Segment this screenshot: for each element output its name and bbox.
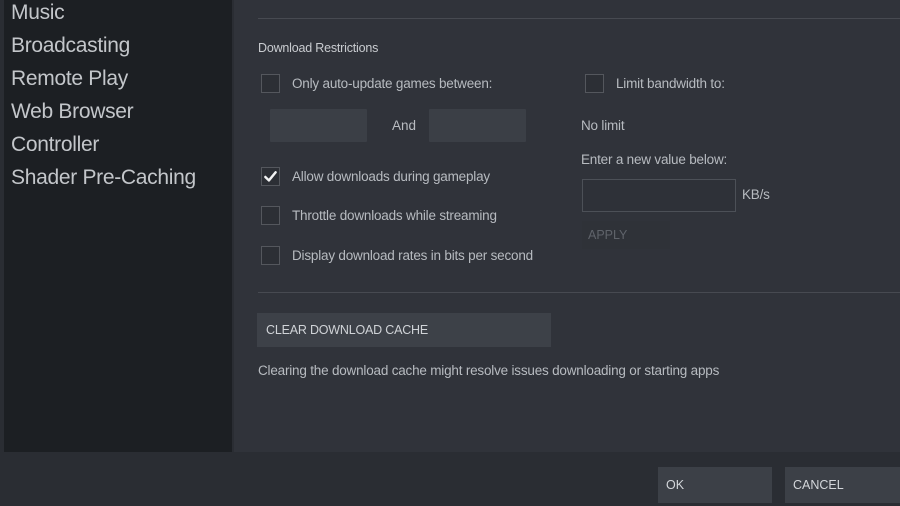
middle-divider — [258, 292, 900, 293]
clear-download-cache-button[interactable]: CLEAR DOWNLOAD CACHE — [257, 313, 551, 347]
sidebar-item-web-browser[interactable]: Web Browser — [11, 100, 134, 124]
top-divider — [258, 18, 900, 19]
unit-label: KB/s — [742, 187, 770, 202]
allow-gameplay-label: Allow downloads during gameplay — [292, 169, 490, 184]
time-start-select[interactable] — [270, 109, 367, 142]
auto-update-checkbox[interactable] — [261, 74, 280, 93]
apply-button[interactable]: APPLY — [582, 221, 670, 249]
downloads-panel: Download Restrictions Only auto-update g… — [234, 0, 900, 452]
option-row-bits-per-second[interactable]: Display download rates in bits per secon… — [261, 246, 533, 265]
ok-button[interactable]: OK — [658, 467, 772, 503]
sidebar-item-broadcasting[interactable]: Broadcasting — [11, 34, 130, 58]
bits-per-second-checkbox[interactable] — [261, 246, 280, 265]
settings-sidebar: Music Broadcasting Remote Play Web Brows… — [4, 0, 232, 452]
bits-per-second-label: Display download rates in bits per secon… — [292, 248, 533, 263]
auto-update-checkbox-row[interactable]: Only auto-update games between: — [261, 74, 492, 93]
auto-update-label: Only auto-update games between: — [292, 76, 493, 91]
bandwidth-input[interactable] — [582, 179, 736, 212]
sidebar-item-remote-play[interactable]: Remote Play — [11, 67, 128, 91]
cancel-button[interactable]: CANCEL — [785, 467, 900, 503]
option-row-allow-gameplay[interactable]: Allow downloads during gameplay — [261, 167, 490, 186]
sidebar-item-controller[interactable]: Controller — [11, 133, 99, 157]
current-limit-text: No limit — [581, 118, 625, 133]
time-end-select[interactable] — [429, 109, 526, 142]
throttle-streaming-checkbox[interactable] — [261, 206, 280, 225]
and-label: And — [392, 118, 417, 133]
sidebar-item-music[interactable]: Music — [11, 1, 65, 25]
option-row-throttle-streaming[interactable]: Throttle downloads while streaming — [261, 206, 497, 225]
section-title: Download Restrictions — [258, 41, 379, 55]
throttle-streaming-label: Throttle downloads while streaming — [292, 208, 497, 223]
enter-value-label: Enter a new value below: — [581, 152, 728, 167]
clear-cache-hint: Clearing the download cache might resolv… — [258, 363, 720, 378]
limit-bandwidth-label: Limit bandwidth to: — [616, 76, 725, 91]
sidebar-item-shader-pre-caching[interactable]: Shader Pre-Caching — [11, 166, 196, 190]
allow-gameplay-checkbox[interactable] — [261, 167, 280, 186]
limit-bandwidth-checkbox[interactable] — [585, 74, 604, 93]
settings-dialog: Music Broadcasting Remote Play Web Brows… — [0, 0, 900, 506]
limit-bandwidth-checkbox-row[interactable]: Limit bandwidth to: — [585, 74, 725, 93]
checkmark-icon — [264, 171, 277, 182]
